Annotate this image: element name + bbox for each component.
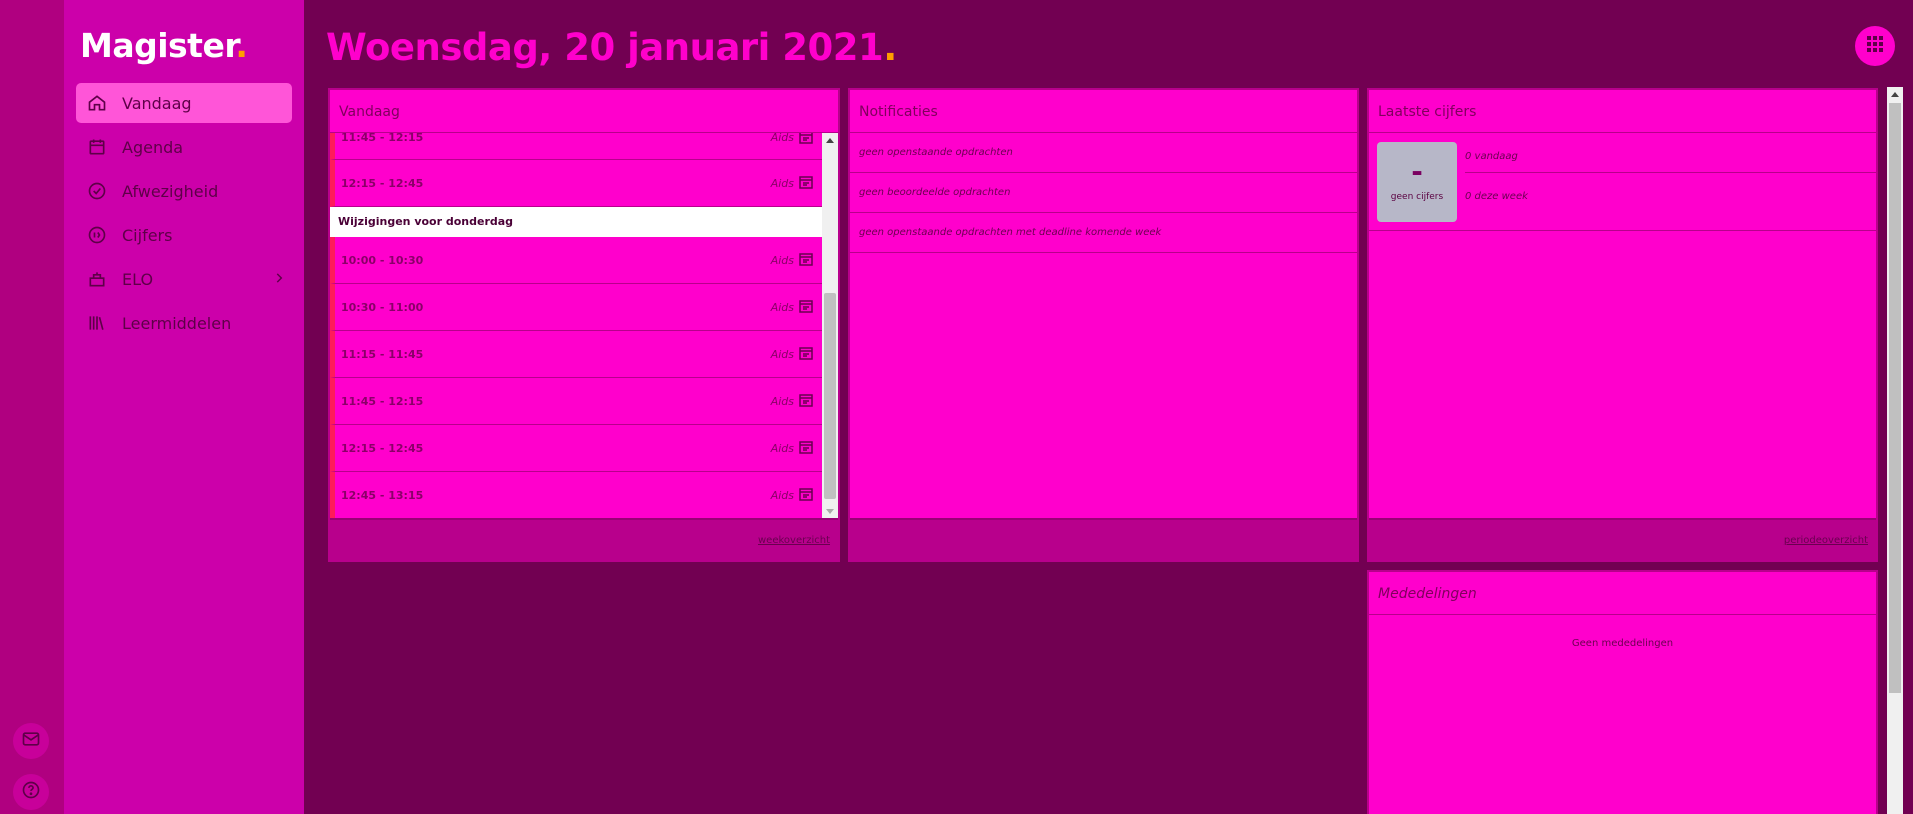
list-item[interactable]: 10:00 - 10:30 Aids: [330, 237, 822, 284]
divider: [1465, 172, 1876, 173]
changes-header: Wijzigingen voor donderdag: [330, 207, 822, 237]
scroll-up-icon[interactable]: [826, 138, 834, 143]
widget-title: Vandaag: [330, 90, 838, 133]
page-scrollbar[interactable]: [1887, 87, 1903, 814]
calendar-icon: [799, 488, 813, 501]
list-item[interactable]: 11:15 - 11:45 Aids: [330, 331, 822, 378]
widget-title: Mededelingen: [1369, 572, 1876, 615]
grades-today: 0 vandaag: [1465, 151, 1518, 162]
sidebar-item-label: Leermiddelen: [122, 313, 232, 333]
list-item[interactable]: 12:15 - 12:45 Aids: [330, 425, 822, 472]
elo-icon: [86, 268, 108, 290]
sidebar-item-label: Cijfers: [122, 225, 173, 245]
list-item[interactable]: 12:45 - 13:15 Aids: [330, 472, 822, 519]
sidebar-item-elo[interactable]: ELO: [76, 259, 292, 299]
calendar-icon: [799, 300, 813, 313]
books-icon: [86, 312, 108, 334]
home-icon: [86, 92, 108, 114]
calendar-icon: [799, 394, 813, 407]
grid-icon: [1866, 35, 1884, 57]
sidebar: Magister. Vandaag Agenda Afwezigheid Cij…: [64, 0, 304, 814]
weekoverzicht-link[interactable]: weekoverzicht: [758, 535, 830, 546]
lesson-list-scrollbar[interactable]: [822, 133, 838, 519]
calendar-icon: [799, 347, 813, 360]
sidebar-item-afwezigheid[interactable]: Afwezigheid: [76, 171, 292, 211]
lesson-note: Aids: [770, 133, 794, 144]
calendar-icon: [86, 136, 108, 158]
notificaties-widget: Notificaties geen openstaande opdrachten…: [848, 88, 1359, 562]
cijfers-widget: Laatste cijfers - geen cijfers 0 vandaag…: [1367, 88, 1878, 562]
lesson-time: 11:45 - 12:15: [341, 395, 424, 408]
calendar-icon: [799, 133, 813, 144]
lesson-list: 11:45 - 12:15 Aids 12:15 - 12:45 Aids Wi…: [330, 133, 838, 519]
lesson-note: Aids: [770, 442, 794, 455]
notification-item[interactable]: geen openstaande opdrachten met deadline…: [850, 213, 1357, 253]
calendar-icon: [799, 441, 813, 454]
grades-icon: [86, 224, 108, 246]
list-item[interactable]: 11:45 - 12:15 Aids: [330, 378, 822, 425]
lesson-time: 12:15 - 12:45: [341, 442, 424, 455]
lesson-time: 10:30 - 11:00: [341, 301, 424, 314]
vandaag-widget: Vandaag 11:45 - 12:15 Aids 12:15 - 12:45…: [328, 88, 840, 562]
grades-this-week: 0 deze week: [1465, 191, 1528, 202]
mededelingen-widget: Mededelingen Geen mededelingen: [1367, 570, 1878, 814]
lesson-note: Aids: [770, 254, 794, 267]
widget-title: Notificaties: [850, 90, 1357, 133]
help-icon: [21, 780, 41, 804]
list-item[interactable]: 12:15 - 12:45 Aids: [330, 160, 822, 207]
lesson-time: 12:15 - 12:45: [341, 177, 424, 190]
lesson-time: 11:45 - 12:15: [341, 133, 424, 144]
divider: [1369, 230, 1876, 231]
notification-item[interactable]: geen openstaande opdrachten: [850, 133, 1357, 173]
sidebar-item-label: Vandaag: [122, 93, 192, 113]
lesson-note: Aids: [770, 489, 794, 502]
lesson-time: 11:15 - 11:45: [341, 348, 424, 361]
lesson-time: 10:00 - 10:30: [341, 254, 424, 267]
chevron-right-icon: [272, 270, 286, 289]
page-title: Woensdag, 20 januari 2021.: [326, 26, 897, 69]
sidebar-item-label: Afwezigheid: [122, 181, 219, 201]
app-logo[interactable]: Magister.: [80, 26, 248, 65]
empty-message: Geen mededelingen: [1571, 638, 1674, 649]
periodeoverzicht-link[interactable]: periodeoverzicht: [1784, 535, 1868, 546]
sidebar-item-cijfers[interactable]: Cijfers: [76, 215, 292, 255]
scroll-down-icon[interactable]: [826, 509, 834, 514]
sidebar-item-leermiddelen[interactable]: Leermiddelen: [76, 303, 292, 343]
mail-button[interactable]: [13, 723, 49, 759]
scrollbar-thumb[interactable]: [824, 293, 836, 499]
widget-footer: [850, 518, 1357, 560]
sidebar-item-label: Agenda: [122, 137, 184, 157]
mail-icon: [21, 729, 41, 753]
notification-item[interactable]: geen beoordeelde opdrachten: [850, 173, 1357, 213]
lesson-time: 12:45 - 13:15: [341, 489, 424, 502]
list-item[interactable]: 10:30 - 11:00 Aids: [330, 284, 822, 331]
scroll-up-icon[interactable]: [1891, 92, 1899, 97]
lesson-note: Aids: [770, 348, 794, 361]
lesson-note: Aids: [770, 395, 794, 408]
sidebar-nav: Vandaag Agenda Afwezigheid Cijfers ELO L…: [76, 83, 292, 347]
sidebar-item-vandaag[interactable]: Vandaag: [76, 83, 292, 123]
widget-title: Laatste cijfers: [1369, 90, 1876, 133]
apps-button[interactable]: [1855, 26, 1895, 66]
widget-footer: periodeoverzicht: [1369, 518, 1876, 560]
calendar-icon: [799, 253, 813, 266]
calendar-icon: [799, 176, 813, 189]
lesson-note: Aids: [770, 177, 794, 190]
sidebar-item-label: ELO: [122, 269, 154, 289]
scrollbar-thumb[interactable]: [1889, 103, 1901, 693]
left-rail: [0, 0, 64, 814]
latest-grade-tile[interactable]: - geen cijfers: [1377, 142, 1457, 222]
widget-footer: weekoverzicht: [330, 518, 838, 560]
check-circle-icon: [86, 180, 108, 202]
list-item[interactable]: 11:45 - 12:15 Aids: [330, 133, 822, 160]
grade-value: -: [1411, 155, 1423, 188]
grade-label: geen cijfers: [1390, 192, 1444, 202]
help-button[interactable]: [13, 774, 49, 810]
sidebar-item-agenda[interactable]: Agenda: [76, 127, 292, 167]
lesson-note: Aids: [770, 301, 794, 314]
